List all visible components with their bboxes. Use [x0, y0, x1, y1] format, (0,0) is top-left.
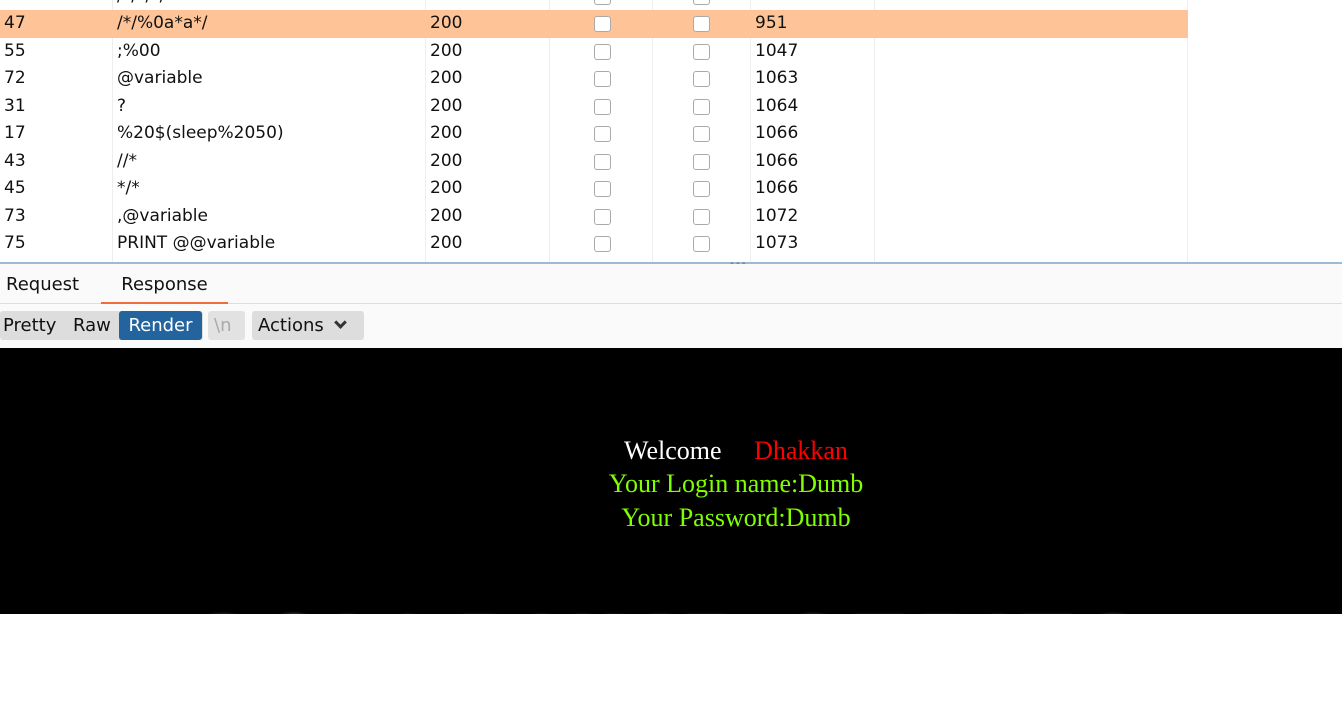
status-code: 200 — [430, 40, 463, 61]
status-code: 200 — [430, 13, 463, 33]
status-code: 200 — [430, 68, 463, 88]
timeout-checkbox[interactable] — [693, 126, 710, 142]
status-code: 200 — [430, 95, 463, 116]
timeout-checkbox[interactable] — [693, 16, 710, 32]
table-row[interactable]: 43 //* 200 1066 — [0, 148, 1188, 176]
error-checkbox[interactable] — [594, 98, 611, 115]
timeout-checkbox[interactable] — [693, 71, 710, 87]
request-number: 75 — [4, 233, 26, 253]
timeout-checkbox[interactable] — [693, 43, 710, 60]
chevron-down-icon — [333, 316, 347, 329]
payload: ? — [117, 95, 127, 116]
request-number: 43 — [4, 150, 26, 171]
timeout-checkbox[interactable] — [693, 0, 710, 5]
error-checkbox[interactable] — [594, 43, 611, 60]
table-row[interactable]: /*/*/*/ — [0, 0, 1188, 10]
error-checkbox[interactable] — [594, 16, 611, 32]
response-length: 1047 — [755, 40, 799, 61]
request-number: 31 — [4, 95, 26, 116]
rendered-response: Welcome Dhakkan Your Login name:Dumb You… — [0, 348, 1342, 699]
response-toolbar: Pretty Raw Render \n Actions — [0, 304, 1342, 348]
payload: */* — [117, 178, 140, 198]
response-length: 1066 — [755, 178, 799, 198]
error-checkbox[interactable] — [594, 208, 611, 225]
payload: %20$(sleep%2050) — [117, 123, 284, 143]
error-checkbox[interactable] — [594, 71, 611, 87]
payload: ;%00 — [117, 40, 161, 61]
error-checkbox[interactable] — [594, 0, 611, 5]
payload: ,@variable — [117, 205, 208, 226]
render-button[interactable]: Render — [119, 311, 202, 340]
banner-image: SQLI DUMB SERIES — [192, 599, 1150, 699]
table-row[interactable]: 45 */* 200 1066 — [0, 175, 1188, 203]
response-length: 951 — [755, 13, 788, 33]
error-checkbox[interactable] — [594, 153, 611, 170]
welcome-text: Welcome — [624, 436, 722, 465]
message-tabs: Request Response — [0, 264, 1342, 304]
payload: PRINT @@variable — [117, 233, 276, 253]
table-row[interactable]: 72 @variable 200 1063 — [0, 65, 1188, 93]
status-code — [430, 0, 540, 10]
timeout-checkbox[interactable] — [693, 153, 710, 170]
error-checkbox[interactable] — [594, 181, 611, 197]
table-row[interactable]: 47 /*/%0a*a*/ 200 951 — [0, 10, 1188, 38]
table-row[interactable]: 55 ;%00 200 1047 — [0, 38, 1188, 66]
payload: //* — [117, 150, 137, 171]
pretty-button[interactable]: Pretty — [0, 311, 62, 340]
response-length: 1063 — [755, 68, 799, 88]
status-code: 200 — [430, 150, 463, 171]
login-name-line: Your Login name:Dumb — [608, 469, 864, 498]
newline-toggle-button[interactable]: \n — [208, 311, 245, 340]
request-number: 47 — [4, 13, 26, 33]
status-code: 200 — [430, 205, 463, 226]
password-line: Your Password:Dumb — [621, 503, 851, 532]
response-length: 1064 — [755, 95, 799, 116]
status-code: 200 — [430, 178, 463, 198]
status-code: 200 — [430, 123, 463, 143]
actions-label: Actions — [258, 315, 324, 336]
timeout-checkbox[interactable] — [693, 208, 710, 225]
response-length: 1066 — [755, 123, 799, 143]
request-number: 73 — [4, 205, 26, 226]
timeout-checkbox[interactable] — [693, 98, 710, 115]
error-checkbox[interactable] — [594, 236, 611, 252]
status-code: 200 — [430, 233, 463, 253]
raw-button[interactable]: Raw — [67, 311, 117, 340]
user-name: Dhakkan — [754, 436, 848, 465]
response-length: 1073 — [755, 233, 799, 253]
welcome-line: Welcome Dhakkan — [0, 436, 1342, 466]
payload: @variable — [117, 68, 203, 88]
request-number: 45 — [4, 178, 26, 198]
payload: /*/%0a*a*/ — [117, 13, 208, 33]
timeout-checkbox[interactable] — [693, 236, 710, 252]
actions-dropdown[interactable]: Actions — [252, 311, 364, 340]
request-number: 17 — [4, 123, 26, 143]
tab-request[interactable]: Request — [6, 274, 79, 295]
table-row[interactable]: 75 PRINT @@variable 200 1073 — [0, 230, 1188, 258]
table-row[interactable]: 17 %20$(sleep%2050) 200 1066 — [0, 120, 1188, 148]
payload: /*/*/*/ — [117, 0, 417, 10]
request-number: 72 — [4, 68, 26, 88]
timeout-checkbox[interactable] — [693, 181, 710, 197]
table-row[interactable]: 73 ,@variable 200 1072 — [0, 203, 1188, 231]
request-number — [0, 0, 112, 10]
error-checkbox[interactable] — [594, 126, 611, 142]
results-table: /*/*/*/ 47 /*/%0a*a*/ 200 95155 ;%00 200… — [0, 0, 1342, 262]
response-length: 1072 — [755, 205, 799, 226]
response-length: 1066 — [755, 150, 799, 171]
tab-response[interactable]: Response — [101, 274, 228, 304]
table-row[interactable]: 31 ? 200 1064 — [0, 93, 1188, 121]
request-number: 55 — [4, 40, 26, 61]
